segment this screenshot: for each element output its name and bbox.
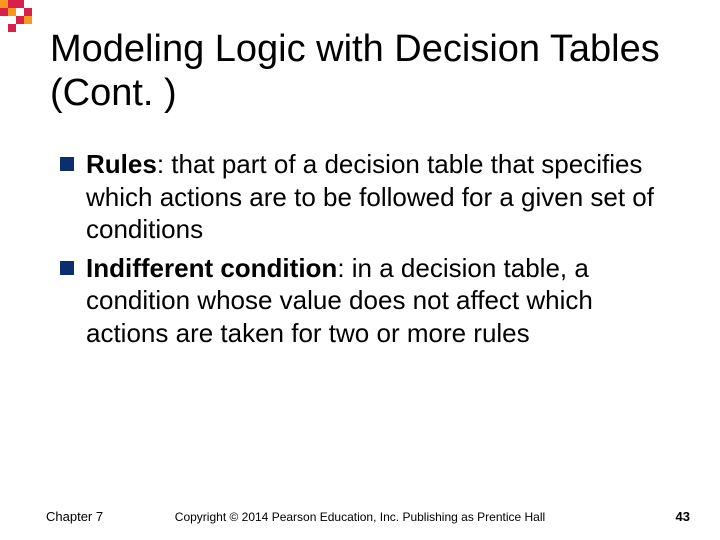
term: Rules <box>86 149 157 179</box>
slide-body: Rules: that part of a decision table tha… <box>60 148 680 355</box>
bullet-text: Indifferent condition: in a decision tab… <box>86 252 680 350</box>
term: Indifferent condition <box>86 253 337 283</box>
corner-decoration-icon <box>0 0 40 36</box>
slide-title: Modeling Logic with Decision Tables (Con… <box>50 28 690 115</box>
list-item: Indifferent condition: in a decision tab… <box>60 252 680 350</box>
definition: : that part of a decision table that spe… <box>86 149 654 244</box>
list-item: Rules: that part of a decision table tha… <box>60 148 680 246</box>
slide: Modeling Logic with Decision Tables (Con… <box>0 0 720 540</box>
slide-footer: Chapter 7 Copyright © 2014 Pearson Educa… <box>0 504 720 524</box>
square-bullet-icon <box>60 261 74 275</box>
square-bullet-icon <box>60 157 74 171</box>
page-number: 43 <box>676 509 690 524</box>
copyright-text: Copyright © 2014 Pearson Education, Inc.… <box>0 510 720 524</box>
bullet-text: Rules: that part of a decision table tha… <box>86 148 680 246</box>
